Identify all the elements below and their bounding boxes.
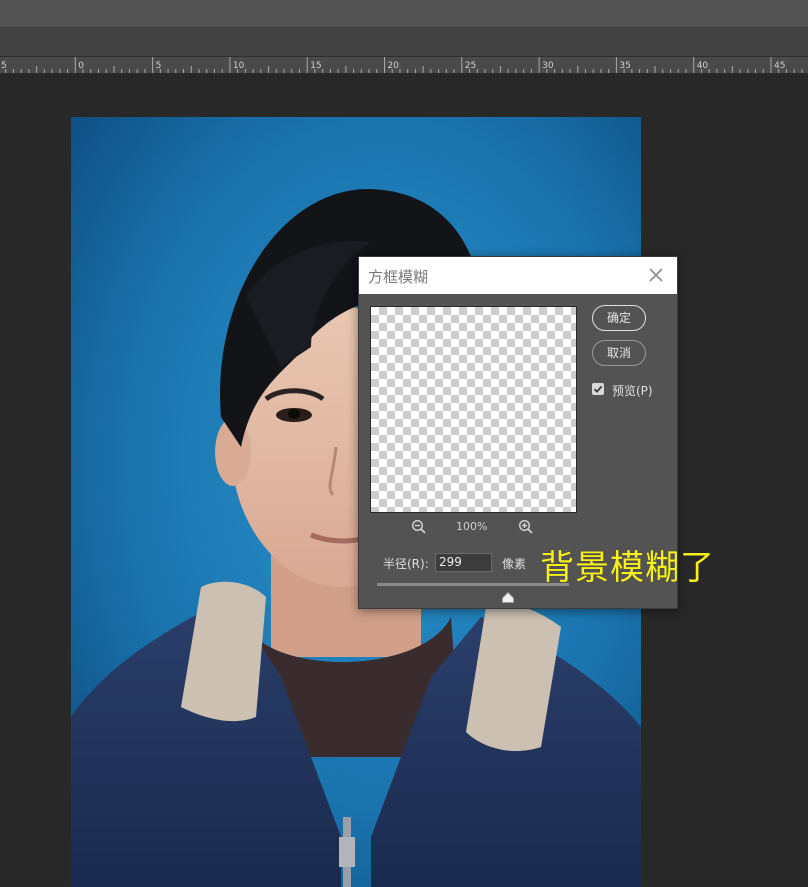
overlay-caption: 背景模糊了 [540, 548, 715, 588]
preview-checkbox-label: 预览(P) [612, 384, 653, 398]
preview-checkbox[interactable] [592, 383, 604, 395]
dialog-title-bar[interactable]: 方框模糊 [359, 257, 677, 294]
ruler-label: 45 [774, 61, 785, 71]
zoom-in-icon[interactable] [518, 519, 534, 539]
ruler-label: 5 [1, 61, 7, 71]
radius-label: 半径(R): [383, 557, 429, 571]
ok-button[interactable]: 确定 [592, 305, 646, 331]
ruler-ticks: 5 0 5 10 15 20 25 30 35 40 45 [1, 57, 803, 73]
horizontal-ruler: 5 0 5 10 15 20 25 30 35 40 45 [0, 57, 808, 74]
document-tab-bar [0, 28, 808, 57]
filter-preview-window[interactable] [370, 306, 577, 513]
ruler-label: 40 [697, 61, 709, 71]
close-icon[interactable] [645, 264, 667, 286]
checkmark-icon [593, 385, 603, 393]
ruler-label: 35 [619, 61, 630, 71]
radius-input[interactable]: 299 [435, 553, 492, 572]
dialog-title: 方框模糊 [368, 268, 429, 286]
radius-slider-thumb[interactable] [501, 588, 514, 607]
ruler-label: 20 [388, 61, 400, 71]
ruler-label: 5 [156, 61, 162, 71]
ruler-label: 0 [78, 61, 84, 71]
ruler-label: 25 [465, 61, 476, 71]
cancel-button[interactable]: 取消 [592, 340, 646, 366]
ruler-label: 15 [310, 61, 321, 71]
ruler-label: 10 [233, 61, 245, 71]
options-bar [0, 0, 808, 28]
ruler-label: 30 [542, 61, 554, 71]
zoom-level: 100% [456, 520, 488, 533]
zoom-out-icon[interactable] [411, 519, 427, 539]
radius-unit-label: 像素 [502, 557, 527, 571]
